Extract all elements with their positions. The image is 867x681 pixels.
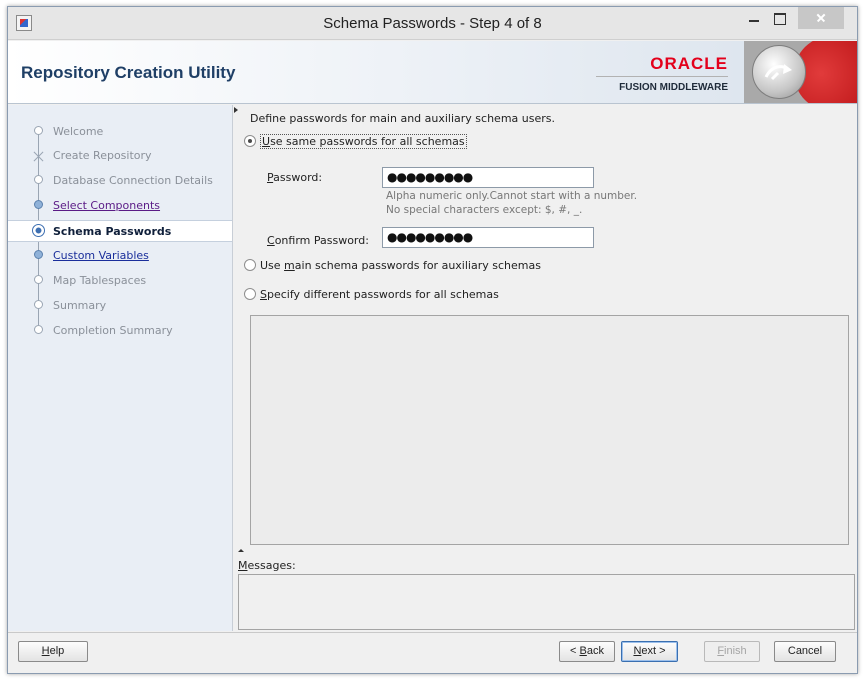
logo-divider xyxy=(596,76,728,77)
sidebar-item-map-tablespaces: Map Tablespaces xyxy=(53,274,147,287)
main-content: Define passwords for main and auxiliary … xyxy=(234,105,857,631)
radio-same-passwords[interactable]: Use same passwords for all schemas xyxy=(244,133,467,151)
minimize-icon[interactable] xyxy=(743,7,765,29)
navigation-sidebar: Welcome Create Repository Database Conne… xyxy=(8,105,233,631)
radio-unchecked-icon[interactable] xyxy=(244,288,256,300)
radio-different-passwords-label[interactable]: Specify different passwords for all sche… xyxy=(260,288,499,301)
arrow-icon xyxy=(764,64,792,81)
close-icon[interactable] xyxy=(798,7,844,29)
messages-splitter-handle[interactable] xyxy=(238,549,248,555)
messages-label: Messages: xyxy=(238,559,296,572)
footer-bar: Help < Back Next > Finish Cancel xyxy=(8,632,857,673)
maximize-icon[interactable] xyxy=(768,7,790,29)
sidebar-item-completion-summary: Completion Summary xyxy=(53,324,173,337)
help-button[interactable]: Help xyxy=(18,641,88,662)
confirm-password-label: Confirm Password: xyxy=(267,234,369,247)
header-banner: Repository Creation Utility ORACLE FUSIO… xyxy=(8,41,857,104)
sidebar-item-database-connection: Database Connection Details xyxy=(53,174,213,187)
oracle-graphic-icon xyxy=(744,41,857,103)
resize-grip-icon[interactable] xyxy=(844,661,854,671)
radio-main-schema-passwords[interactable]: Use main schema passwords for auxiliary … xyxy=(244,257,541,275)
sidebar-item-select-components[interactable]: Select Components xyxy=(8,195,232,217)
title-bar[interactable]: Schema Passwords - Step 4 of 8 xyxy=(8,7,857,40)
password-hint-line1: Alpha numeric only.Cannot start with a n… xyxy=(386,190,638,202)
password-label: Password: xyxy=(267,171,323,184)
confirm-password-field[interactable]: ●●●●●●●●● xyxy=(382,227,594,248)
oracle-logo: ORACLE xyxy=(650,54,728,73)
back-button[interactable]: < Back xyxy=(559,641,615,662)
password-field[interactable]: ●●●●●●●●● xyxy=(382,167,594,188)
next-button[interactable]: Next > xyxy=(621,641,678,662)
radio-unchecked-icon[interactable] xyxy=(244,259,256,271)
password-hint-line2: No special characters except: $, #, _. xyxy=(386,204,583,216)
radio-checked-icon[interactable] xyxy=(244,135,256,147)
splitter-handle[interactable] xyxy=(234,105,238,117)
rcu-window: Schema Passwords - Step 4 of 8 Repositor… xyxy=(7,6,858,674)
header-title: Repository Creation Utility xyxy=(21,63,236,82)
fusion-middleware-label: FUSION MIDDLEWARE xyxy=(619,82,728,93)
train-current-step-icon xyxy=(32,224,45,237)
sidebar-item-welcome: Welcome xyxy=(53,125,104,138)
intro-text: Define passwords for main and auxiliary … xyxy=(250,112,555,125)
sidebar-item-summary: Summary xyxy=(53,299,107,312)
cancel-button[interactable]: Cancel xyxy=(774,641,836,662)
radio-main-schema-label[interactable]: Use main schema passwords for auxiliary … xyxy=(260,259,541,272)
schema-password-table-area xyxy=(250,315,849,545)
sidebar-item-custom-variables[interactable]: Custom Variables xyxy=(8,245,232,267)
window-title: Schema Passwords - Step 4 of 8 xyxy=(323,15,542,32)
radio-different-passwords[interactable]: Specify different passwords for all sche… xyxy=(244,286,499,304)
finish-button: Finish xyxy=(704,641,760,662)
messages-box[interactable] xyxy=(238,574,855,630)
sidebar-item-create-repository: Create Repository xyxy=(53,149,152,162)
radio-same-passwords-label[interactable]: Use same passwords for all schemas xyxy=(260,134,467,149)
